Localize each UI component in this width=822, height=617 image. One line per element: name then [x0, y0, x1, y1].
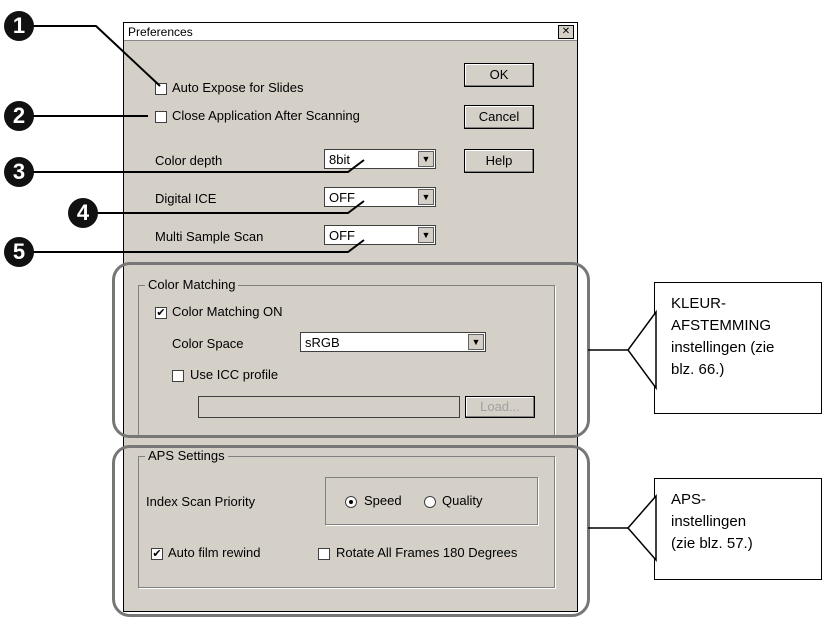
ok-button[interactable]: OK — [464, 63, 534, 87]
help-button[interactable]: Help — [464, 149, 534, 173]
digital-ice-select[interactable]: OFF ▼ — [324, 187, 436, 207]
aps-callout: APS- instellingen (zie blz. 57.) — [654, 478, 822, 580]
color-matching-callout-text: KLEUR- AFSTEMMING instellingen (zie blz.… — [671, 295, 775, 378]
color-depth-label: Color depth — [155, 153, 223, 168]
multi-sample-value: OFF — [329, 228, 355, 243]
aps-callout-text: APS- instellingen (zie blz. 57.) — [671, 491, 753, 552]
color-matching-highlight — [112, 262, 590, 438]
auto-expose-label: Auto Expose for Slides — [172, 80, 304, 95]
auto-expose-checkbox[interactable] — [155, 83, 167, 95]
close-icon[interactable]: ✕ — [558, 25, 574, 39]
color-matching-callout: KLEUR- AFSTEMMING instellingen (zie blz.… — [654, 282, 822, 414]
color-depth-value: 8bit — [329, 152, 350, 167]
callout-number-1: 1 — [4, 11, 34, 41]
aps-bubble-pointer — [627, 494, 657, 562]
digital-ice-label: Digital ICE — [155, 191, 217, 206]
dialog-title: Preferences — [128, 25, 193, 39]
digital-ice-value: OFF — [329, 190, 355, 205]
color-bubble-pointer — [627, 309, 657, 391]
multi-sample-label: Multi Sample Scan — [155, 229, 264, 244]
chevron-down-icon[interactable]: ▼ — [418, 151, 434, 167]
multi-sample-select[interactable]: OFF ▼ — [324, 225, 436, 245]
callout-number-3: 3 — [4, 157, 34, 187]
callout-number-5: 5 — [4, 237, 34, 267]
callout-number-4: 4 — [68, 198, 98, 228]
cancel-button[interactable]: Cancel — [464, 105, 534, 129]
chevron-down-icon[interactable]: ▼ — [418, 189, 434, 205]
title-bar: Preferences ✕ — [124, 23, 577, 41]
callout-number-2: 2 — [4, 101, 34, 131]
close-app-checkbox[interactable] — [155, 111, 167, 123]
close-app-label: Close Application After Scanning — [172, 108, 360, 123]
aps-settings-highlight — [112, 445, 590, 617]
color-depth-select[interactable]: 8bit ▼ — [324, 149, 436, 169]
chevron-down-icon[interactable]: ▼ — [418, 227, 434, 243]
